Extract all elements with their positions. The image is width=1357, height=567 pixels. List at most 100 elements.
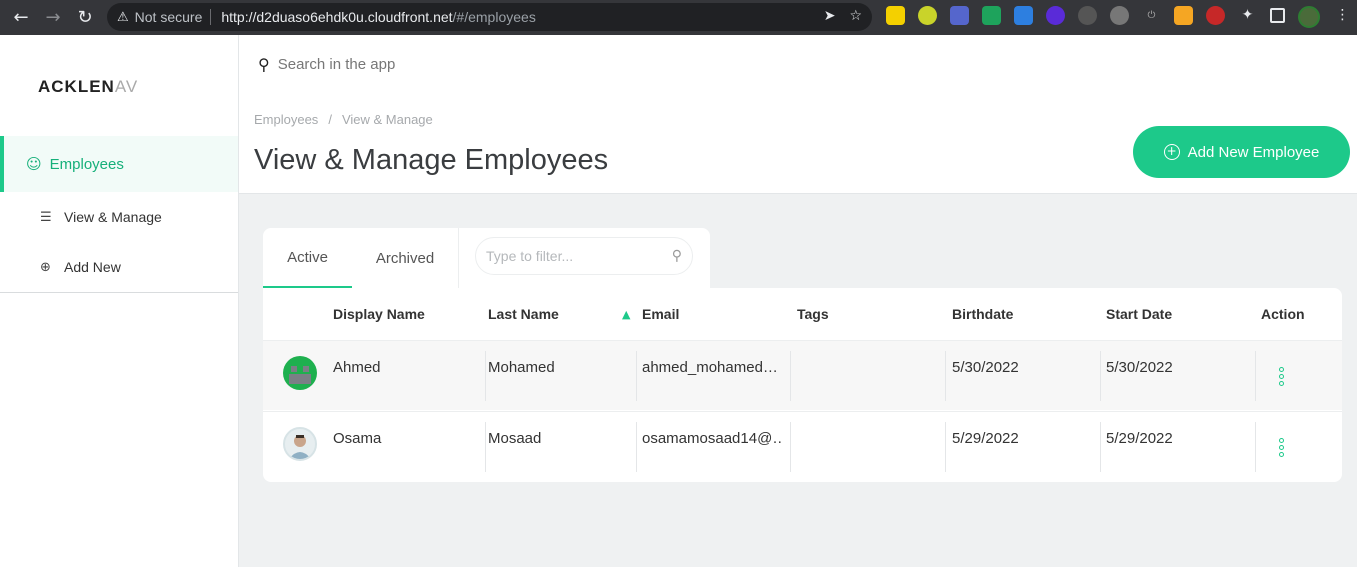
cell-display-name: Ahmed xyxy=(333,359,381,376)
sidebar-item-label: View & Manage xyxy=(64,209,162,225)
tab-divider xyxy=(458,228,459,288)
logo[interactable]: ACKLENAV xyxy=(38,77,138,97)
cell-birthdate: 5/29/2022 xyxy=(952,430,1019,447)
cell-divider xyxy=(1100,422,1101,472)
cell-email: ahmed_mohamed… xyxy=(642,359,777,376)
cell-divider xyxy=(485,351,486,401)
extensions-bar: ⏻ ✦ ⋮ xyxy=(886,6,1352,28)
extension-translate-icon[interactable] xyxy=(950,6,969,25)
row-actions-icon[interactable] xyxy=(1277,438,1285,457)
breadcrumb-employees[interactable]: Employees xyxy=(254,112,318,127)
cell-divider xyxy=(790,422,791,472)
breadcrumb-separator: / xyxy=(328,112,332,127)
extension-shield-icon[interactable] xyxy=(982,6,1001,25)
add-new-employee-button[interactable]: + Add New Employee xyxy=(1133,126,1350,178)
forward-icon[interactable]: → xyxy=(42,7,64,29)
sidebar-item-employees[interactable]: ☺ Employees xyxy=(0,136,238,192)
extensions-puzzle-icon[interactable]: ✦ xyxy=(1238,6,1257,25)
warning-icon: ⚠ xyxy=(117,9,129,25)
column-header-birthdate[interactable]: Birthdate xyxy=(952,306,1013,322)
cell-divider xyxy=(636,351,637,401)
tab-archived[interactable]: Archived xyxy=(363,228,447,288)
table-row[interactable]: Ahmed Mohamed ahmed_mohamed… 5/30/2022 5… xyxy=(263,340,1342,410)
search-icon: ⚲ xyxy=(671,248,682,264)
page-title: View & Manage Employees xyxy=(254,144,609,176)
menu-kebab-icon[interactable]: ⋮ xyxy=(1333,6,1352,25)
not-secure-label: Not secure xyxy=(134,9,203,25)
url-divider xyxy=(210,9,212,25)
extension-red-icon[interactable] xyxy=(1206,6,1225,25)
cell-birthdate: 5/30/2022 xyxy=(952,359,1019,376)
extension-cookie-icon[interactable] xyxy=(1110,6,1129,25)
plus-circle-icon: ⊕ xyxy=(40,259,51,275)
list-icon: ☰ xyxy=(40,209,52,225)
cell-last-name: Mohamed xyxy=(488,359,555,376)
url-text: http://d2duaso6ehdk0u.cloudfront.net/#/e… xyxy=(221,9,535,25)
extension-glasses-icon[interactable] xyxy=(1078,6,1097,25)
column-header-display-name[interactable]: Display Name xyxy=(333,306,425,322)
extension-window-icon[interactable] xyxy=(1014,6,1033,25)
tab-active[interactable]: Active xyxy=(263,228,352,288)
cell-divider xyxy=(485,422,486,472)
breadcrumb-view-manage: View & Manage xyxy=(341,112,433,127)
employees-table: Display Name Last Name ▲ Email Tags Birt… xyxy=(263,288,1342,482)
tab-active-label: Active xyxy=(287,248,328,266)
cell-divider xyxy=(790,351,791,401)
column-header-action: Action xyxy=(1261,306,1305,322)
sidebar-divider xyxy=(0,292,238,293)
table-row[interactable]: Osama Mosaad osamamosaad14@… 5/29/2022 5… xyxy=(263,411,1342,481)
plus-circle-icon: + xyxy=(1163,144,1180,160)
sidebar: ACKLENAV ☺ Employees ☰ View & Manage ⊕ A… xyxy=(0,35,239,567)
avatar-pattern-icon xyxy=(289,366,311,384)
cell-divider xyxy=(1255,351,1256,401)
reload-icon[interactable]: ↻ xyxy=(74,7,96,29)
table-header: Display Name Last Name ▲ Email Tags Birt… xyxy=(263,288,1342,340)
sidebar-item-view-manage[interactable]: ☰ View & Manage xyxy=(40,209,162,225)
cell-divider xyxy=(1100,351,1101,401)
cell-last-name: Mosaad xyxy=(488,430,542,447)
filter-placeholder: Type to filter... xyxy=(486,248,574,264)
search-icon: ⚲ xyxy=(258,55,270,74)
sidebar-item-label: Add New xyxy=(64,259,121,275)
cell-email: osamamosaad14@… xyxy=(642,430,782,447)
side-panel-icon[interactable] xyxy=(1270,8,1285,23)
bookmark-star-icon[interactable]: ☆ xyxy=(849,8,862,24)
logo-fade: AV xyxy=(114,77,138,96)
app-search[interactable]: ⚲ Search in the app xyxy=(258,55,395,74)
cell-start-date: 5/30/2022 xyxy=(1106,359,1173,376)
extension-orange-icon[interactable] xyxy=(1174,6,1193,25)
extension-yellow-icon[interactable] xyxy=(886,6,905,25)
sidebar-item-add-new[interactable]: ⊕ Add New xyxy=(40,259,121,275)
filter-input[interactable]: Type to filter... ⚲ xyxy=(475,237,693,275)
column-header-email[interactable]: Email xyxy=(642,306,679,322)
profile-avatar[interactable] xyxy=(1298,6,1320,28)
avatar xyxy=(283,356,317,390)
avatar xyxy=(283,427,317,461)
cell-divider xyxy=(1255,422,1256,472)
send-icon[interactable]: ➤ xyxy=(824,8,836,24)
column-header-start-date[interactable]: Start Date xyxy=(1106,306,1172,322)
search-input[interactable]: Search in the app xyxy=(278,56,396,73)
address-bar[interactable]: ⚠ Not secure http://d2duaso6ehdk0u.cloud… xyxy=(107,3,872,31)
user-icon: ☺ xyxy=(26,155,42,173)
extension-bolt-icon[interactable] xyxy=(1046,6,1065,25)
cell-display-name: Osama xyxy=(333,430,382,447)
cell-divider xyxy=(945,351,946,401)
tabs-bar: Active Archived Type to filter... ⚲ xyxy=(263,228,710,290)
column-header-last-name[interactable]: Last Name xyxy=(488,306,559,322)
sidebar-item-label: Employees xyxy=(49,155,124,173)
row-actions-icon[interactable] xyxy=(1277,367,1285,386)
avatar-photo-icon xyxy=(289,435,311,459)
sort-ascending-icon[interactable]: ▲ xyxy=(622,308,630,321)
column-header-tags[interactable]: Tags xyxy=(797,306,829,322)
cell-divider xyxy=(636,422,637,472)
browser-toolbar: ← → ↻ ⚠ Not secure http://d2duaso6ehdk0u… xyxy=(0,0,1357,35)
url-path: /#/employees xyxy=(452,9,536,25)
back-icon[interactable]: ← xyxy=(10,7,32,29)
logo-text: ACKLEN xyxy=(38,77,115,96)
url-host: http://d2duaso6ehdk0u.cloudfront.net xyxy=(221,9,453,25)
breadcrumb: Employees / View & Manage xyxy=(254,112,433,127)
cell-start-date: 5/29/2022 xyxy=(1106,430,1173,447)
extension-power-icon[interactable]: ⏻ xyxy=(1142,6,1161,25)
extension-edit-icon[interactable] xyxy=(918,6,937,25)
